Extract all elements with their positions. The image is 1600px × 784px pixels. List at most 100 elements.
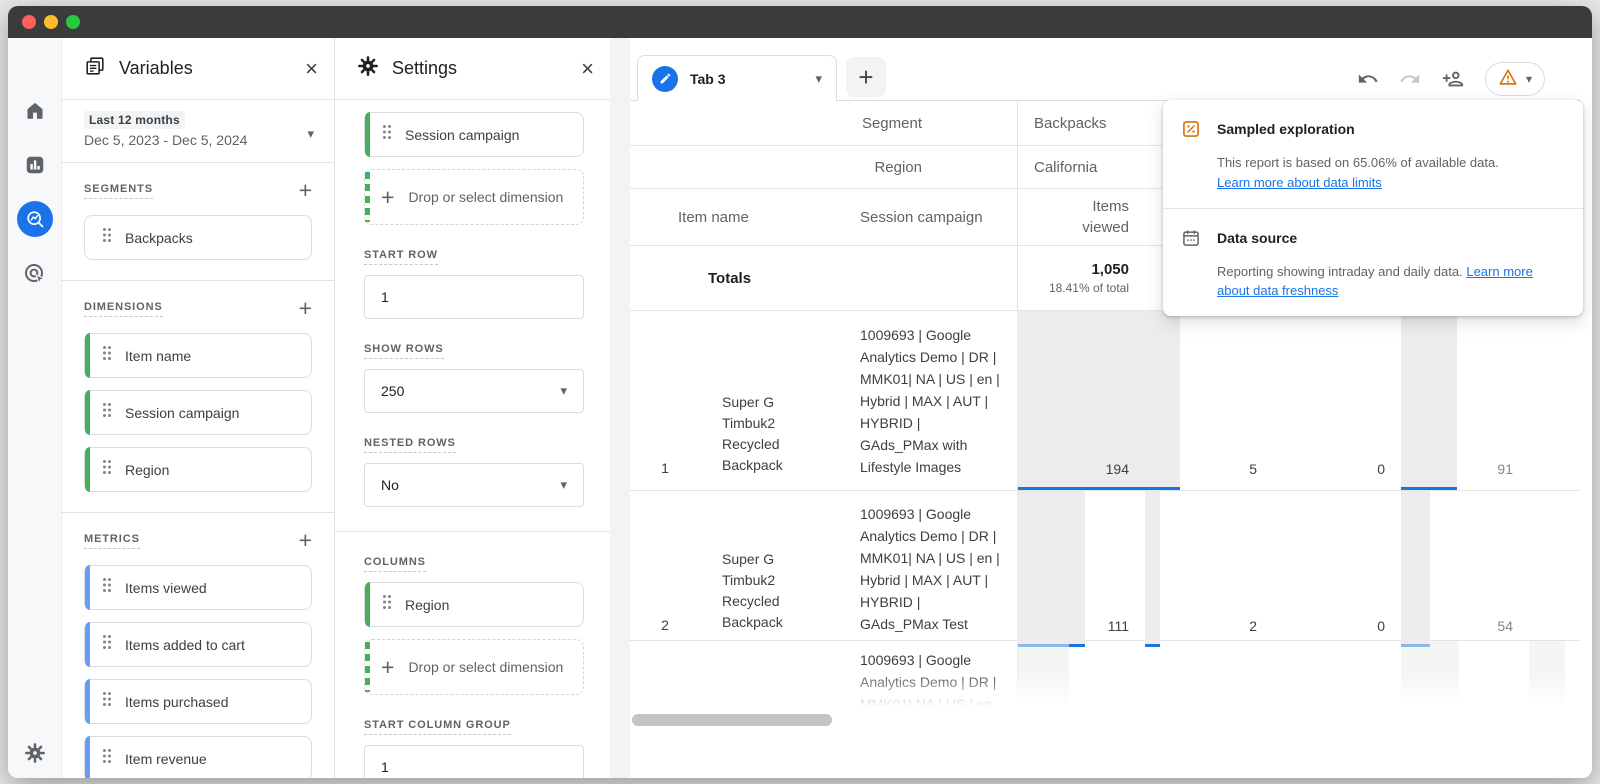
- macos-titlebar: [8, 6, 1592, 38]
- start-column-group-input[interactable]: [364, 745, 584, 778]
- columns-drop-zone[interactable]: + Drop or select dimension: [364, 639, 584, 695]
- sampling-status-button[interactable]: ▾: [1485, 62, 1545, 96]
- add-metric-icon[interactable]: +: [299, 529, 312, 552]
- cell-bar: [1401, 641, 1459, 713]
- canvas-toolbar: ▾: [1357, 62, 1545, 96]
- horizontal-scrollbar[interactable]: [632, 714, 832, 726]
- undo-button[interactable]: [1357, 68, 1379, 90]
- add-tab-button[interactable]: +: [846, 57, 886, 97]
- column-header-item-name[interactable]: Item name: [630, 209, 830, 226]
- region-header-label: Region: [630, 159, 1017, 176]
- metric-chip-item-revenue[interactable]: Item revenue: [84, 736, 312, 778]
- cell-bar: [1401, 491, 1430, 647]
- drag-handle-icon: [102, 227, 112, 248]
- columns-chip-label: Region: [405, 595, 449, 615]
- nav-reports[interactable]: [8, 154, 62, 181]
- session-campaign-cell: 1009693 | Google Analytics Demo | DR | M…: [830, 491, 1017, 647]
- date-preset: Last 12 months: [84, 111, 185, 129]
- cell-bar: [1018, 491, 1085, 647]
- nav-explore-active[interactable]: [8, 201, 62, 237]
- home-icon: [24, 100, 46, 127]
- metric-cell-items-added: 5: [1145, 311, 1273, 490]
- nav-admin[interactable]: [8, 742, 62, 769]
- dimension-chip-item-name[interactable]: Item name: [84, 333, 312, 378]
- dimension-chip-region[interactable]: Region: [84, 447, 312, 492]
- metric-chip-items-viewed[interactable]: Items viewed: [84, 565, 312, 610]
- drag-handle-icon: [102, 691, 112, 712]
- close-window-button[interactable]: [22, 15, 36, 29]
- column-header-items-viewed[interactable]: Items viewed: [1017, 189, 1145, 245]
- share-add-user-button[interactable]: [1441, 68, 1465, 90]
- columns-chip-region[interactable]: Region: [364, 582, 584, 627]
- start-column-group-label: START COLUMN GROUP: [364, 719, 511, 735]
- close-settings-icon[interactable]: ×: [581, 58, 594, 80]
- chevron-down-icon: ▾: [307, 126, 314, 142]
- metric-chip-items-added-to-cart[interactable]: Items added to cart: [84, 622, 312, 667]
- add-dimension-icon[interactable]: +: [299, 297, 312, 320]
- drag-handle-icon: [102, 459, 112, 480]
- date-range-value: Dec 5, 2023 - Dec 5, 2024: [84, 132, 312, 148]
- dimensions-section: DIMENSIONS + Item name Session campaign …: [62, 281, 334, 513]
- metric-value: 111: [1108, 618, 1129, 634]
- metrics-section: METRICS + Items viewed Items added to ca…: [62, 513, 334, 778]
- fullscreen-window-button[interactable]: [66, 15, 80, 29]
- cell-bar: [1018, 641, 1069, 713]
- data-limits-link[interactable]: Learn more about data limits: [1217, 173, 1382, 192]
- app-window: Variables × Last 12 months Dec 5, 2023 -…: [8, 6, 1592, 778]
- metric-cell: [1017, 641, 1145, 713]
- exploration-canvas: Tab 3 ▾ + ▾: [630, 38, 1592, 778]
- metric-value: 5: [1249, 461, 1257, 477]
- close-variables-icon[interactable]: ×: [305, 58, 318, 80]
- tab-tab3[interactable]: Tab 3 ▾: [637, 55, 837, 101]
- cell-bar: [1145, 311, 1180, 490]
- column-header-session-campaign[interactable]: Session campaign: [830, 209, 1017, 226]
- nested-rows-select[interactable]: No ▾: [364, 463, 584, 507]
- cell-bar: [1145, 491, 1160, 647]
- segment-header-label: Segment: [630, 115, 1017, 132]
- metric-cell-item-revenue: 91: [1401, 311, 1529, 490]
- segment-chip-backpacks[interactable]: Backpacks: [84, 215, 312, 260]
- minimize-window-button[interactable]: [44, 15, 58, 29]
- show-rows-select[interactable]: 250 ▾: [364, 369, 584, 413]
- data-source-body: Reporting showing intraday and daily dat…: [1217, 262, 1555, 300]
- drop-zone-hint: Drop or select dimension: [408, 657, 563, 677]
- date-range-selector[interactable]: Last 12 months Dec 5, 2023 - Dec 5, 2024…: [62, 100, 334, 163]
- metric-value: 2: [1249, 618, 1257, 634]
- metric-value: 0: [1377, 461, 1385, 477]
- calendar-icon: [1181, 228, 1217, 253]
- chevron-down-icon: ▾: [560, 383, 567, 399]
- chevron-down-icon: ▾: [1526, 72, 1532, 86]
- metric-value: 91: [1497, 461, 1513, 477]
- start-row-label: START ROW: [364, 249, 438, 265]
- segments-label: SEGMENTS: [84, 183, 153, 199]
- drag-handle-icon: [102, 402, 112, 423]
- metric-cell-items-purchased: 0: [1273, 491, 1401, 647]
- drag-handle-icon: [102, 748, 112, 769]
- table-row[interactable]: 1 Super G Timbuk2 Recycled Backpack 1009…: [630, 311, 1580, 491]
- table-row[interactable]: 2 Super G Timbuk2 Recycled Backpack 1009…: [630, 491, 1580, 641]
- warning-triangle-icon: [1498, 68, 1518, 91]
- nav-home[interactable]: [8, 100, 62, 127]
- rows-chip-session-campaign[interactable]: Session campaign: [364, 112, 584, 157]
- cell-bar: [1529, 641, 1565, 713]
- metric-chip-items-purchased[interactable]: Items purchased: [84, 679, 312, 724]
- metric-cell: [1401, 641, 1529, 713]
- metric-chip-label: Item revenue: [125, 749, 207, 769]
- rows-drop-zone[interactable]: + Drop or select dimension: [364, 169, 584, 225]
- chevron-down-icon: ▾: [815, 71, 822, 87]
- metric-value: 0: [1377, 618, 1385, 634]
- edit-pencil-icon: [652, 66, 678, 92]
- start-row-input[interactable]: [364, 275, 584, 319]
- dimension-chip-session-campaign[interactable]: Session campaign: [84, 390, 312, 435]
- settings-title: Settings: [392, 58, 457, 79]
- dimension-chip-label: Session campaign: [125, 403, 239, 423]
- metric-cell-items-added: 2: [1145, 491, 1273, 647]
- drag-handle-icon: [382, 594, 392, 615]
- sampled-percent-icon: [1181, 119, 1217, 144]
- nav-advertising[interactable]: [8, 262, 62, 291]
- plus-icon: +: [381, 186, 394, 209]
- sampling-popup: Sampled exploration This report is based…: [1163, 100, 1583, 316]
- redo-button-disabled: [1399, 68, 1421, 90]
- metric-cell-item-revenue: 54: [1401, 491, 1529, 647]
- add-segment-icon[interactable]: +: [299, 179, 312, 202]
